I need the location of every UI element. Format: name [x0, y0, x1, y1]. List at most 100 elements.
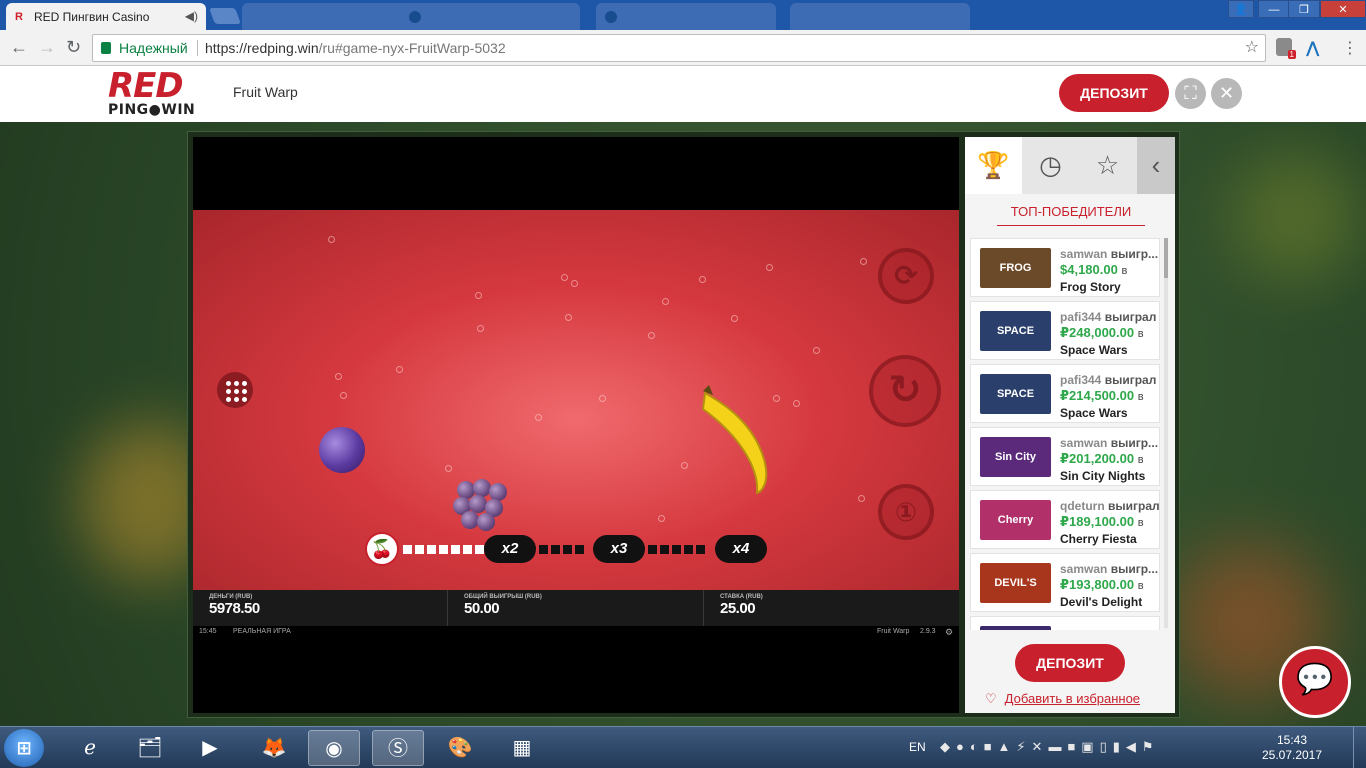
tab-3[interactable]	[400, 3, 580, 30]
bubble	[340, 392, 347, 399]
list-item[interactable]: FROG STORY samwan выигр... $4,180.00 в F…	[970, 238, 1160, 297]
footer-time: 15:45	[199, 628, 217, 635]
game-thumbnail	[980, 626, 1051, 630]
bet-coin-icon[interactable]: ①	[878, 484, 934, 540]
browser-menu-icon[interactable]: ⋮	[1342, 38, 1358, 58]
progress-dot	[696, 545, 705, 554]
close-game-icon[interactable]: ✕	[1211, 78, 1242, 109]
winners-scrollbar[interactable]	[1164, 238, 1168, 628]
stat-total-win: ОБЩИЙ ВЫИГРЫШ (RUB) 50.00	[448, 590, 704, 626]
user-name: samwan	[1060, 562, 1108, 576]
calculator-icon[interactable]: ▦	[496, 730, 548, 766]
winner-verb: выиграл	[1108, 499, 1160, 513]
in-word: в	[1121, 265, 1128, 277]
back-arrow-icon[interactable]: ←	[10, 38, 28, 56]
progress-dot	[684, 545, 693, 554]
progress-dot	[439, 545, 448, 554]
user-name: pafi344	[1060, 373, 1102, 387]
maximize-button[interactable]: ❐	[1288, 0, 1320, 18]
tray-icons[interactable]: ◆●◐■▲⚡✕▬■▣▯▮◀⚑	[940, 739, 1160, 755]
winner-verb: выигр...	[1110, 436, 1159, 450]
progress-dot	[660, 545, 669, 554]
taskbar-clock[interactable]: 15:43 25.07.2017	[1257, 733, 1327, 763]
file-explorer-icon[interactable]: 🗂	[124, 730, 176, 766]
tab-2[interactable]	[242, 3, 422, 30]
progress-dot	[563, 545, 572, 554]
winner-game: Sin City Nights	[1060, 469, 1146, 483]
window-close-button[interactable]: ✕	[1320, 0, 1366, 18]
list-item[interactable]: DEVIL'S samwan выигр... ₽193,800.00 в De…	[970, 553, 1160, 612]
winner-user: samwan выигр...	[1060, 246, 1160, 262]
browser-toolbar: ← → ↻ Надежный https://redping.win/ru#ga…	[0, 30, 1366, 66]
winner-text: pafi344 выиграл ₽248,000.00 в Space Wars	[1060, 309, 1160, 358]
add-to-favorites-link[interactable]: ♡ Добавить в избранное	[985, 691, 1165, 707]
shield-extension-icon[interactable]: 1	[1276, 38, 1296, 59]
game-stage[interactable]: ⟳ ↻ ① 🍒 x2 x3 x4	[193, 210, 959, 590]
progress-dot	[427, 545, 436, 554]
redpingwin-logo[interactable]: RED PING●WIN	[108, 69, 208, 118]
settings-gear-icon[interactable]: ⚙	[945, 627, 953, 638]
reload-icon[interactable]: ↻	[66, 38, 81, 56]
tab-redping[interactable]: R RED Пингвин Casino ◀)	[6, 3, 206, 30]
trophy-icon[interactable]: 🏆	[965, 137, 1022, 194]
tab-favicon-icon	[605, 11, 617, 23]
game-thumbnail: FROG STORY	[980, 248, 1051, 288]
minimize-button[interactable]: —	[1258, 0, 1290, 18]
skype-icon[interactable]: Ⓢ	[372, 730, 424, 766]
deposit-button-panel[interactable]: ДЕПОЗИТ	[1015, 644, 1125, 682]
stat-bet: СТАВКА (RUB) 25.00	[704, 590, 959, 626]
forward-arrow-icon[interactable]: →	[38, 38, 56, 56]
media-player-icon[interactable]: ▶	[184, 730, 236, 766]
bubble	[328, 236, 335, 243]
in-word: в	[1137, 328, 1144, 340]
list-item[interactable]	[970, 616, 1160, 630]
list-item[interactable]: Sin City samwan выигр... ₽201,200.00 в S…	[970, 427, 1160, 486]
progress-dot	[575, 545, 584, 554]
chrome-icon[interactable]: ◉	[308, 730, 360, 766]
stat-value: 50.00	[464, 600, 500, 617]
system-tray: EN ◆●◐■▲⚡✕▬■▣▯▮◀⚑ 15:43 25.07.2017	[905, 727, 1365, 768]
favorite-label: Добавить в избранное	[1004, 691, 1141, 706]
star-icon[interactable]: ☆	[1079, 137, 1136, 194]
chevron-left-icon[interactable]: ‹	[1137, 137, 1175, 194]
chat-bubble-icon[interactable]: 💬	[1279, 646, 1351, 718]
site-header: RED PING●WIN Fruit Warp ДЕПОЗИТ ⛶ ✕	[0, 66, 1366, 122]
extension-badge: 1	[1287, 50, 1296, 59]
footer-mode: РЕАЛЬНАЯ ИГРА	[233, 628, 291, 635]
fullscreen-icon[interactable]: ⛶	[1175, 78, 1206, 109]
spin-icon[interactable]: ↻	[869, 355, 941, 427]
amount: $4,180.00	[1060, 262, 1118, 277]
game-canvas[interactable]: ⟳ ↻ ① 🍒 x2 x3 x4 ДЕНЬГИ (RUB) 5978.50 ОБ…	[193, 137, 959, 713]
extension-icon[interactable]: ⋀	[1306, 38, 1319, 58]
tab-favicon-icon	[251, 11, 263, 23]
show-desktop-button[interactable]	[1353, 727, 1365, 768]
footer-game: Fruit Warp	[877, 628, 910, 635]
windows-start-icon[interactable]: ⊞	[4, 729, 44, 767]
url-host: https://redping.win	[205, 40, 319, 56]
list-item[interactable]: SPACE pafi344 выиграл ₽248,000.00 в Spac…	[970, 301, 1160, 360]
tab-favicon-icon	[799, 11, 811, 23]
list-item[interactable]: SPACE pafi344 выиграл ₽214,500.00 в Spac…	[970, 364, 1160, 423]
firefox-icon[interactable]: 🦊	[248, 730, 300, 766]
bookmark-star-icon[interactable]: ☆	[1245, 35, 1259, 61]
list-item[interactable]: Cherry qdeturn выиграл ₽189,100.00 в Che…	[970, 490, 1160, 549]
bubble	[477, 325, 484, 332]
tab-5[interactable]	[790, 3, 970, 30]
address-bar[interactable]: Надежный https://redping.win/ru#game-nyx…	[92, 34, 1266, 62]
language-indicator[interactable]: EN	[909, 740, 926, 754]
new-tab-button[interactable]	[209, 8, 241, 24]
game-thumbnail: SPACE	[980, 374, 1051, 414]
internet-explorer-icon[interactable]: ℯ	[64, 730, 116, 766]
amount: ₽193,800.00	[1060, 577, 1135, 592]
tab-4[interactable]	[596, 3, 776, 30]
speaker-icon[interactable]: ◀)	[185, 9, 198, 23]
deposit-button-header[interactable]: ДЕПОЗИТ	[1059, 74, 1169, 112]
progress-dot	[415, 545, 424, 554]
autoplay-icon[interactable]: ⟳	[878, 248, 934, 304]
user-profile-button[interactable]: 👤	[1228, 0, 1254, 18]
game-menu-button[interactable]	[217, 372, 253, 408]
bubble	[699, 276, 706, 283]
clock-icon[interactable]: ◷	[1022, 137, 1079, 194]
paint-icon[interactable]: 🎨	[434, 730, 486, 766]
progress-dot	[539, 545, 548, 554]
